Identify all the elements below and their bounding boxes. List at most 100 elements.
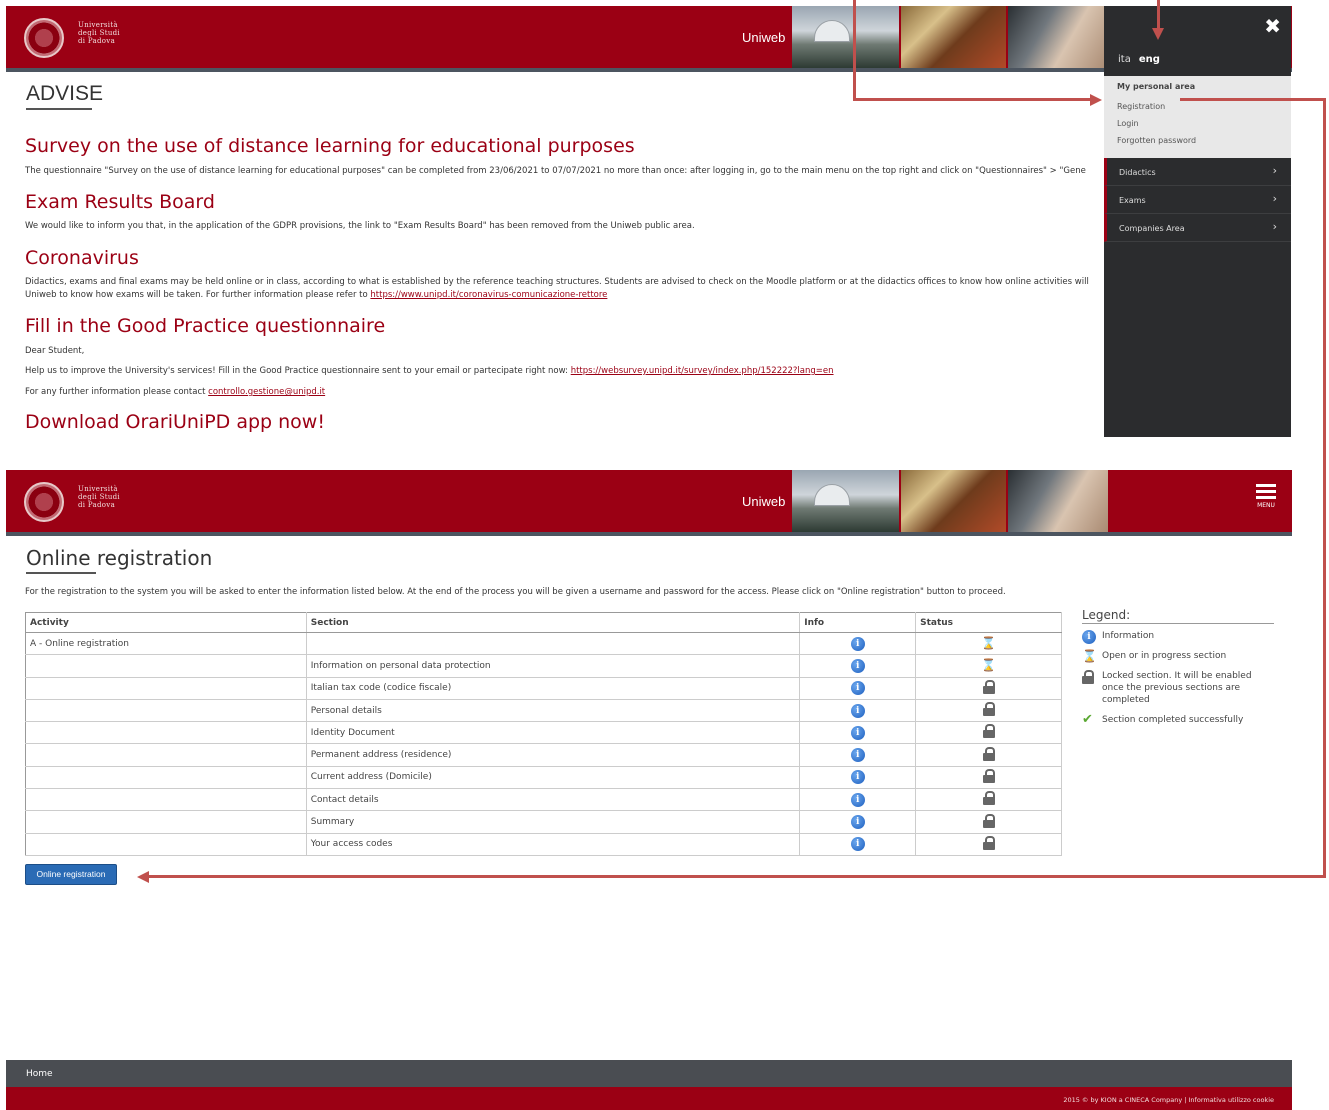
personal-area-box: My personal area Registration Login Forg… [1104,76,1291,158]
annotation-arrowhead-button [137,871,149,883]
table-row: Identity Document i [25,721,1062,745]
cell-section: Summary [306,810,801,834]
lock-icon [982,791,995,806]
column-header-activity: Activity [25,612,307,633]
cell-activity: A - Online registration [25,632,307,656]
cell-info: i [799,766,917,790]
hamburger-menu-button[interactable]: MENU [1256,484,1276,509]
bottom-header: Università degli Studi di Padova Uniweb … [6,470,1292,536]
cell-status [915,766,1062,790]
news-heading-coronavirus: Coronavirus [25,247,139,269]
table-row: Personal details i [25,699,1062,723]
personal-area-title: My personal area [1117,82,1196,91]
chevron-right-icon: › [1272,192,1277,205]
info-icon[interactable]: i [850,725,865,740]
cell-activity [25,810,307,834]
menu-label: MENU [1257,502,1275,509]
microscope-photo [1008,6,1108,68]
info-icon[interactable]: i [850,681,865,696]
hourglass-icon: ⌛ [981,636,997,651]
cell-status: ⌛ [915,632,1062,656]
observatory-photo [792,470,899,532]
info-icon[interactable]: i [850,703,865,718]
close-icon[interactable]: ✖ [1264,14,1281,38]
lock-icon [982,768,995,783]
coronavirus-link[interactable]: https://www.unipd.it/coronavirus-comunic… [370,290,607,300]
news-text-good-practice: Help us to improve the University's serv… [25,366,834,376]
column-header-status: Status [915,612,1062,633]
column-header-info: Info [799,612,917,633]
table-row: Italian tax code (codice fiscale) i [25,677,1062,700]
lock-icon [982,724,995,739]
cell-section: Italian tax code (codice fiscale) [306,677,801,700]
lock-icon [982,702,995,717]
lang-eng[interactable]: eng [1139,54,1160,65]
cell-info: i [799,810,917,834]
info-icon[interactable]: i [850,837,865,852]
info-icon[interactable]: i [850,770,865,785]
hourglass-icon: ⌛ [1082,649,1097,663]
cell-activity [25,833,307,856]
info-icon[interactable]: i [850,748,865,763]
hall-photo [901,6,1006,68]
university-seal-icon[interactable] [24,482,64,522]
column-header-section: Section [306,612,801,633]
online-registration-button[interactable]: Online registration [25,864,117,885]
news-heading-exam-board: Exam Results Board [25,191,215,213]
menu-item-login[interactable]: Login [1117,119,1139,128]
info-icon[interactable]: i [850,636,865,651]
annotation-arrowhead-lang [1152,28,1164,40]
websurvey-link[interactable]: https://websurvey.unipd.it/survey/index.… [571,366,834,376]
chevron-right-icon: › [1272,220,1277,233]
table-row: A - Online registration i ⌛ [25,632,1062,656]
table-row: Summary i [25,810,1062,834]
annotation-arrow-lang [1157,0,1160,30]
cell-activity [25,766,307,790]
cell-status [915,743,1062,767]
menu-item-registration[interactable]: Registration [1117,102,1165,111]
table-row: Contact details i [25,788,1062,812]
menu-section-didactics[interactable]: Didactics › [1104,158,1291,186]
cell-section: Identity Document [306,721,801,745]
menu-item-forgotten-password[interactable]: Forgotten password [1117,136,1196,145]
side-menu-panel: ✖ ita eng My personal area Registration L… [1104,6,1291,437]
info-icon[interactable]: i [850,658,865,673]
annotation-arrowhead-registration [1090,94,1102,106]
contact-email-link[interactable]: controllo.gestione@unipd.it [208,387,325,397]
cell-info: i [799,743,917,767]
cell-section: Permanent address (residence) [306,743,801,767]
cell-section: Contact details [306,788,801,812]
cell-activity [25,721,307,745]
news-heading-survey: Survey on the use of distance learning f… [25,135,635,157]
advise-title: ADVISE [26,82,104,105]
lock-icon [982,835,995,850]
legend-open: ⌛ Open or in progress section [1082,649,1227,663]
footer-home-link[interactable]: Home [26,1069,53,1079]
table-header-row: Activity Section Info Status [25,612,1062,633]
news-text-dear-student: Dear Student, [25,346,85,356]
registration-steps-table: Activity Section Info Status A - Online … [25,612,1062,856]
lang-ita[interactable]: ita [1118,54,1131,65]
annotation-arrow-registration-horizontal [853,98,1090,101]
menu-section-exams[interactable]: Exams › [1104,186,1291,214]
legend-completed: ✔ Section completed successfully [1082,712,1244,727]
cell-section: Current address (Domicile) [306,766,801,790]
cell-status [915,833,1062,856]
cell-activity [25,654,307,678]
cell-info: i [799,677,917,700]
university-seal-icon[interactable] [24,18,64,58]
news-text-exam-board: We would like to inform you that, in the… [25,221,695,231]
legend-information: i Information [1082,630,1274,644]
cell-info: i [799,833,917,856]
cell-section: Personal details [306,699,801,723]
info-icon[interactable]: i [850,815,865,830]
cell-info: i [799,654,917,678]
cell-info: i [799,788,917,812]
table-row: Information on personal data protection i… [25,654,1062,678]
cell-section: Information on personal data protection [306,654,801,678]
info-icon[interactable]: i [850,792,865,807]
menu-section-companies[interactable]: Companies Area › [1104,214,1291,242]
cell-info: i [799,699,917,723]
chevron-right-icon: › [1272,164,1277,177]
cell-status [915,788,1062,812]
